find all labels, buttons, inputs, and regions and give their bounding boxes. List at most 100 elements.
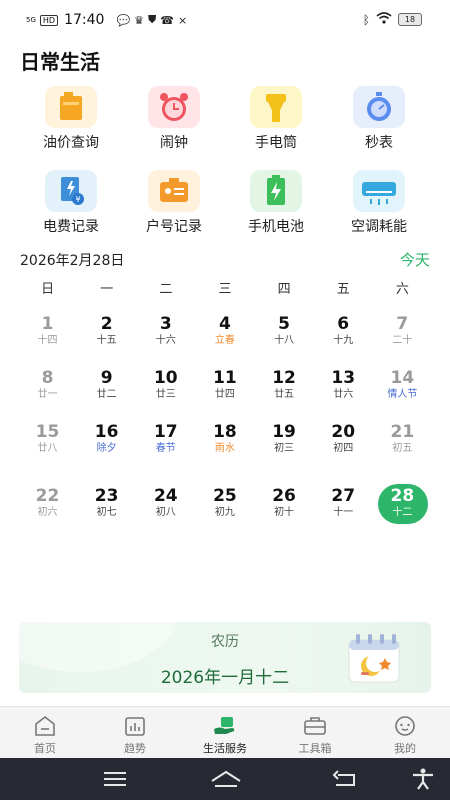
tab-life-service[interactable]: 生活服务: [180, 707, 270, 759]
chart-icon: [90, 715, 180, 737]
accessibility-icon[interactable]: [408, 767, 438, 791]
close-icon: ×: [177, 13, 188, 27]
calendar-day[interactable]: 17 春节: [136, 422, 195, 468]
calendar-day[interactable]: 3 十六: [136, 314, 195, 360]
calendar-day[interactable]: 10 廿三: [136, 368, 195, 414]
calendar-day[interactable]: 16 除夕: [77, 422, 136, 468]
calendar-day[interactable]: 28 十二: [373, 484, 432, 532]
message-icon: 💬: [116, 13, 131, 27]
lunar-day-label: 十九: [333, 335, 354, 346]
calendar-day[interactable]: 2 十五: [77, 314, 136, 360]
calendar-day[interactable]: 4 立春: [195, 314, 254, 360]
calendar-day[interactable]: 9 廿二: [77, 368, 136, 414]
status-time: 17:40: [64, 12, 105, 28]
lunar-day-label: 初八: [155, 507, 176, 518]
lunar-day-label: 十八: [274, 335, 295, 346]
home-nav-icon[interactable]: [208, 767, 244, 791]
status-bar: 5G HD 17:40 💬 ♛ ⛊ ☎ × ᛒ 18: [0, 0, 450, 40]
lunar-day-label: 廿八: [37, 443, 58, 454]
tool-account-number[interactable]: 户号记录: [124, 170, 224, 236]
lunar-day-label: 十一: [333, 507, 354, 518]
weekday-label: 六: [395, 282, 409, 297]
day-number: 28: [390, 486, 415, 506]
lunar-day-label: 情人节: [387, 389, 418, 400]
day-number: 24: [153, 486, 178, 506]
lunar-day-label: 除夕: [96, 443, 117, 454]
day-number: 3: [159, 314, 172, 334]
tab-home[interactable]: 首页: [0, 707, 90, 759]
tool-electricity-bill[interactable]: ¥ 电费记录: [21, 170, 121, 236]
day-number: 26: [272, 486, 296, 506]
tool-stopwatch[interactable]: 秒表: [329, 86, 429, 152]
lunar-day-label: 立春: [214, 335, 235, 346]
calendar-day[interactable]: 7 二十: [373, 314, 432, 360]
tab-toolbox[interactable]: 工具箱: [270, 707, 360, 759]
calendar-day[interactable]: 22 初六: [18, 486, 77, 532]
lunar-day-label: 初五: [392, 443, 413, 454]
tool-air-conditioner[interactable]: 空调耗能: [329, 170, 429, 236]
weekday-row: 日 一 二 三 四 五 六: [18, 278, 432, 297]
lunar-day-label: 廿二: [96, 389, 117, 400]
weekday-label: 五: [336, 282, 350, 297]
lunar-day-label: 廿三: [155, 389, 176, 400]
lunar-date-card[interactable]: 农历 2026年一月十二: [19, 622, 431, 693]
calendar-day[interactable]: 27 十一: [314, 486, 373, 532]
day-number: 17: [153, 422, 178, 442]
network-indicator: 5G: [26, 16, 36, 24]
calendar-day[interactable]: 19 初三: [255, 422, 314, 468]
calendar-day[interactable]: 1 十四: [18, 314, 77, 360]
page-title: 日常生活: [20, 50, 100, 74]
tab-profile[interactable]: 我的: [360, 707, 450, 759]
weekday-label: 一: [100, 282, 114, 297]
tab-trend[interactable]: 趋势: [90, 707, 180, 759]
lunar-day-label: 十四: [37, 335, 58, 346]
lunar-day-label: 初十: [274, 507, 295, 518]
calendar-day[interactable]: 15 廿八: [18, 422, 77, 468]
tool-phone-battery[interactable]: 手机电池: [226, 170, 326, 236]
crown-icon: ♛: [134, 13, 145, 27]
battery-indicator: 18: [398, 13, 422, 26]
day-number: 8: [41, 368, 54, 388]
account-card-icon: [148, 170, 200, 212]
day-number: 15: [35, 422, 60, 442]
back-icon[interactable]: [330, 767, 360, 791]
tool-flashlight[interactable]: 手电筒: [226, 86, 326, 152]
lunar-day-label: 廿六: [333, 389, 354, 400]
calendar-day[interactable]: 25 初九: [195, 486, 254, 532]
lunar-day-label: 廿一: [37, 389, 58, 400]
day-number: 22: [35, 486, 60, 506]
lunar-day-label: 廿五: [274, 389, 295, 400]
system-nav-bar: [0, 758, 450, 800]
fuel-icon: [45, 86, 97, 128]
calendar-day[interactable]: 18 雨水: [195, 422, 254, 468]
calendar-day[interactable]: 24 初八: [136, 486, 195, 532]
tool-fuel-price[interactable]: 油价查询: [21, 86, 121, 152]
lunar-day-label: 十五: [96, 335, 117, 346]
calendar-day[interactable]: 6 十九: [314, 314, 373, 360]
calendar-day[interactable]: 23 初七: [77, 486, 136, 532]
day-number: 11: [213, 368, 237, 388]
calendar-day[interactable]: 21 初五: [373, 422, 432, 468]
calendar-day[interactable]: 13 廿六: [314, 368, 373, 414]
calendar-day[interactable]: 12 廿五: [255, 368, 314, 414]
day-number: 21: [390, 422, 415, 442]
calendar-day[interactable]: 8 廿一: [18, 368, 77, 414]
bluetooth-icon: ᛒ: [362, 12, 370, 27]
home-icon: [0, 715, 90, 737]
day-number: 9: [100, 368, 113, 388]
tool-alarm[interactable]: 闹钟: [124, 86, 224, 152]
lunar-day-label: 十六: [155, 335, 176, 346]
day-number: 19: [272, 422, 296, 442]
calendar-day[interactable]: 5 十八: [255, 314, 314, 360]
calendar-day[interactable]: 26 初十: [255, 486, 314, 532]
menu-icon[interactable]: [100, 767, 130, 791]
calendar-day[interactable]: 11 廿四: [195, 368, 254, 414]
calendar-day[interactable]: 14 情人节: [373, 368, 432, 414]
lunar-day-label: 雨水: [214, 443, 235, 454]
air-conditioner-icon: [353, 170, 405, 212]
day-number: 10: [153, 368, 178, 388]
today-button[interactable]: 今天: [400, 249, 430, 270]
calendar-day[interactable]: 20 初四: [314, 422, 373, 468]
flashlight-icon: [250, 86, 302, 128]
lunar-day-label: 初四: [333, 443, 354, 454]
